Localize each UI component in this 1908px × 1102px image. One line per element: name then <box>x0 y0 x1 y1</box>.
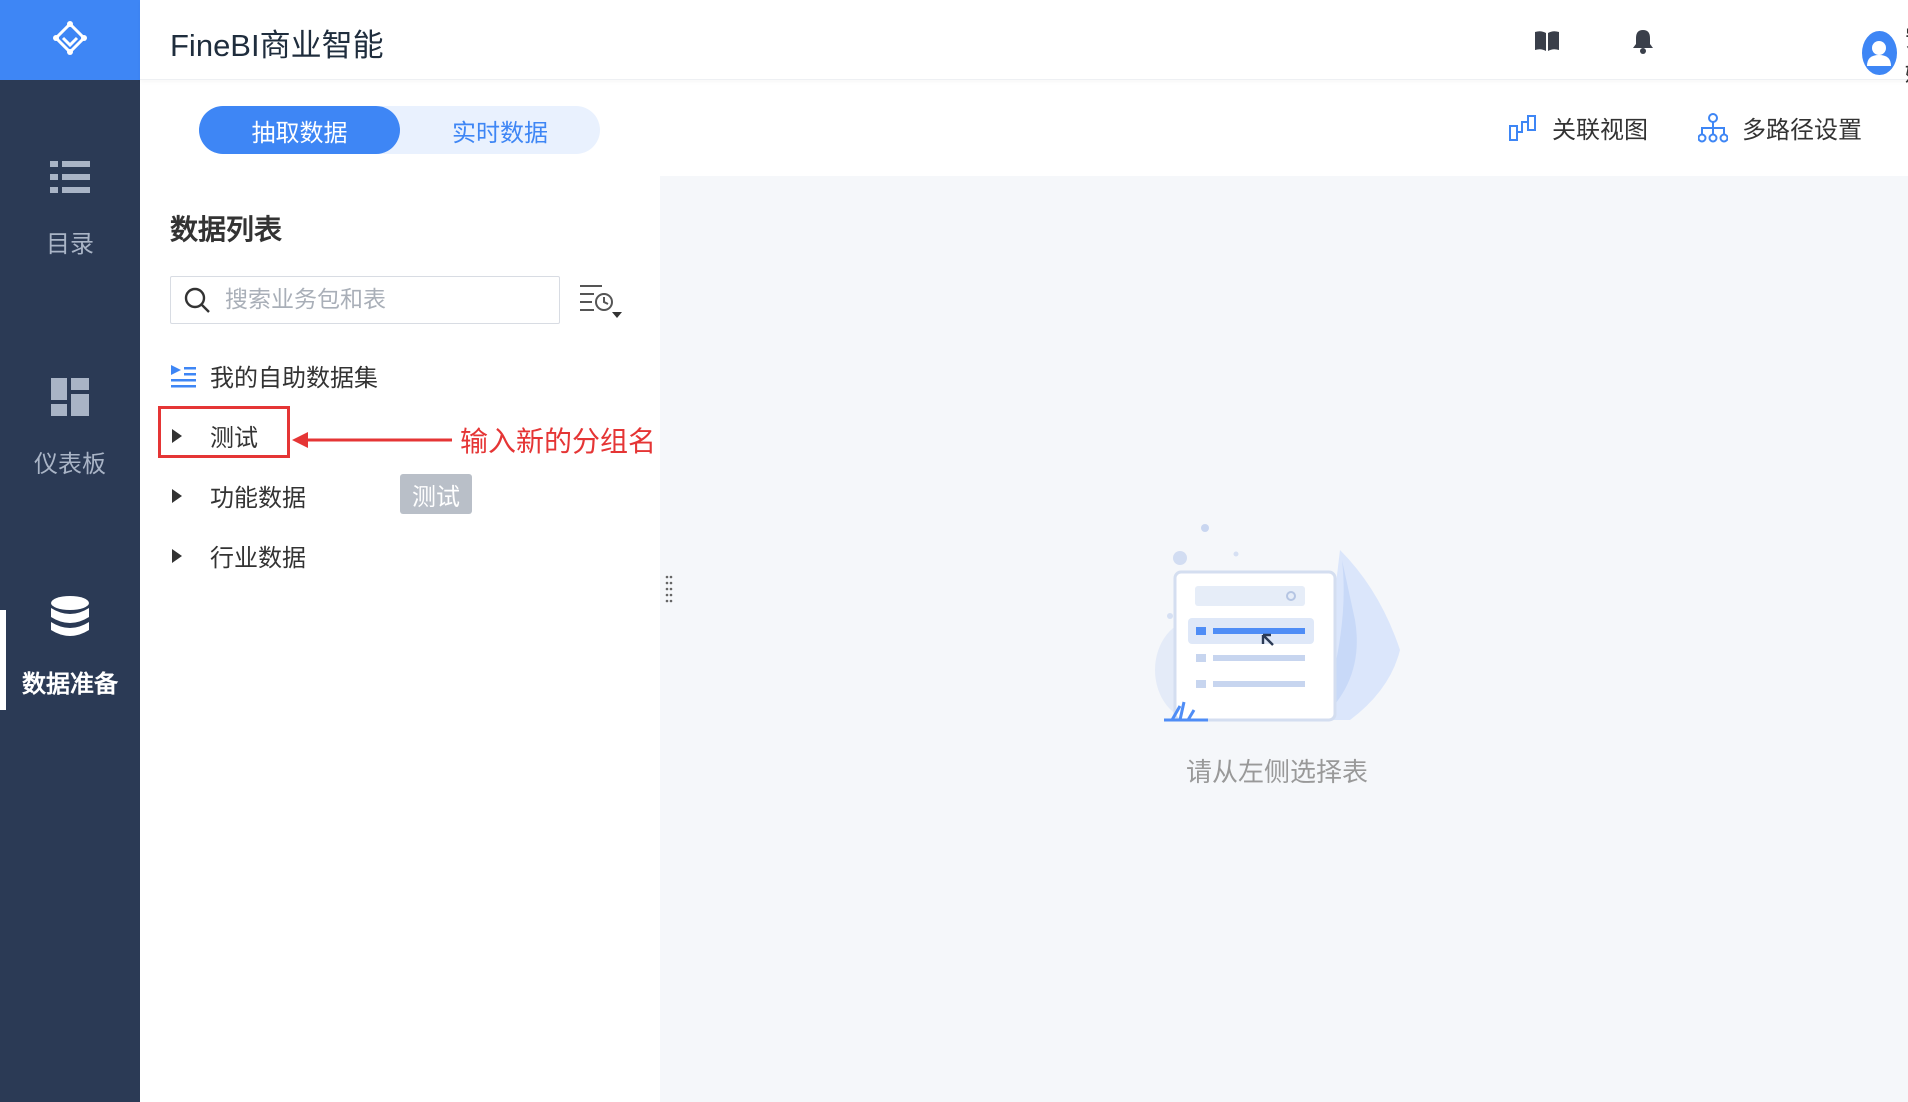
relation-view-label: 关联视图 <box>1552 116 1648 144</box>
list-item-label: 功能数据 <box>210 484 306 512</box>
relation-view-icon <box>1508 114 1538 142</box>
nav-item-data-prep[interactable]: 数据准备 <box>0 596 140 699</box>
search-input[interactable] <box>223 286 543 314</box>
filter-history-button[interactable] <box>578 282 624 324</box>
data-mode-tabs: 抽取数据 实时数据 <box>199 106 600 154</box>
annotation-arrow <box>292 432 452 448</box>
self-dataset-icon <box>170 364 210 388</box>
caret-right-icon <box>170 488 210 504</box>
search-box <box>170 276 560 324</box>
splitter-handle[interactable] <box>665 575 673 603</box>
nav-item-label: 仪表板 <box>34 450 106 478</box>
nav-item-label: 目录 <box>46 230 94 258</box>
nav-item-dashboard[interactable]: 仪表板 <box>0 376 140 479</box>
relation-view-button[interactable]: 关联视图 <box>1508 110 1648 145</box>
dashboard-icon <box>49 376 91 418</box>
annotation-highlight-box <box>158 406 290 458</box>
nav-item-label: 数据准备 <box>22 670 118 698</box>
multipath-settings-button[interactable]: 多路径设置 <box>1698 110 1862 145</box>
user-menu[interactable]: 安娜 <box>1862 18 1908 88</box>
tab-extract-data[interactable]: 抽取数据 <box>199 106 400 154</box>
drag-preview-badge: 测试 <box>400 474 472 514</box>
hierarchy-icon <box>1698 112 1728 143</box>
app-title: FineBI商业智能 <box>170 28 384 63</box>
empty-state-illustration <box>1155 524 1400 722</box>
list-item-group-feature-data[interactable]: 功能数据 <box>170 478 306 513</box>
list-icon <box>49 156 91 198</box>
filter-history-icon <box>580 285 622 318</box>
search-icon <box>184 287 210 313</box>
annotation-text: 输入新的分组名 <box>460 425 657 458</box>
nav-item-catalog[interactable]: 目录 <box>0 156 140 259</box>
tab-realtime-data[interactable]: 实时数据 <box>400 106 600 154</box>
multipath-settings-label: 多路径设置 <box>1742 116 1862 144</box>
list-item-my-datasets[interactable]: 我的自助数据集 <box>170 358 378 393</box>
list-item-group-industry-data[interactable]: 行业数据 <box>170 538 306 573</box>
logo[interactable] <box>0 0 140 80</box>
panel-title: 数据列表 <box>170 213 283 246</box>
logo-icon <box>53 21 87 55</box>
list-item-label: 我的自助数据集 <box>210 364 378 392</box>
database-icon <box>49 596 91 638</box>
list-item-label: 行业数据 <box>210 544 306 572</box>
help-book-icon[interactable] <box>1532 26 1562 56</box>
top-header: FineBI商业智能 安娜 <box>140 0 1908 87</box>
bell-icon[interactable] <box>1628 26 1658 56</box>
avatar <box>1862 31 1897 75</box>
empty-state-text: 请从左侧选择表 <box>1186 758 1369 788</box>
caret-right-icon <box>170 548 210 564</box>
left-nav: 目录 仪表板 数据准备 <box>0 0 140 1102</box>
